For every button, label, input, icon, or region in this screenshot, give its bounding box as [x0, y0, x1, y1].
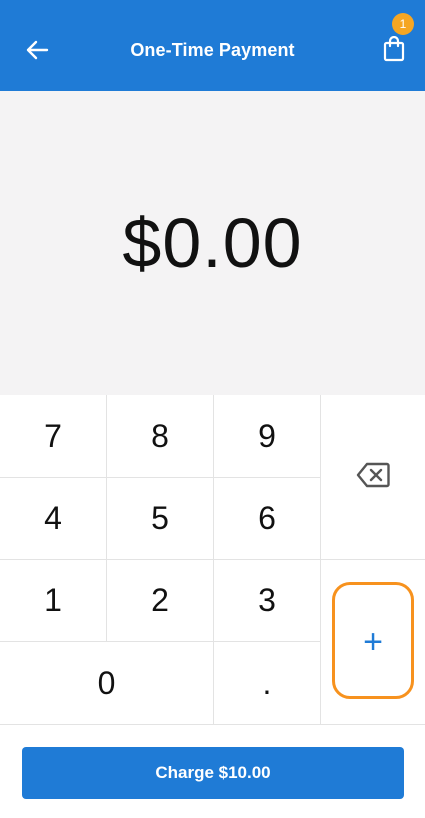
key-decimal[interactable]: .	[214, 642, 321, 725]
key-4[interactable]: 4	[0, 478, 107, 560]
key-5[interactable]: 5	[107, 478, 214, 560]
key-2[interactable]: 2	[107, 560, 214, 642]
key-7[interactable]: 7	[0, 395, 107, 478]
cart-button[interactable]	[376, 30, 412, 72]
app-header: One-Time Payment 1	[0, 0, 425, 91]
charge-footer: Charge $10.00	[0, 725, 425, 818]
key-9[interactable]: 9	[214, 395, 321, 478]
backspace-button[interactable]	[321, 395, 425, 560]
plus-button[interactable]: +	[321, 560, 425, 725]
amount-display: $0.00	[0, 91, 425, 395]
cart-count-badge: 1	[392, 13, 414, 35]
key-8[interactable]: 8	[107, 395, 214, 478]
shopping-bag-icon	[383, 35, 405, 67]
key-0[interactable]: 0	[0, 642, 214, 725]
page-title: One-Time Payment	[130, 40, 295, 60]
plus-label: +	[363, 622, 383, 661]
backspace-icon	[356, 459, 390, 496]
charge-button[interactable]: Charge $10.00	[22, 747, 404, 799]
key-3[interactable]: 3	[214, 560, 321, 642]
amount-value: $0.00	[122, 204, 303, 282]
key-6[interactable]: 6	[214, 478, 321, 560]
key-1[interactable]: 1	[0, 560, 107, 642]
